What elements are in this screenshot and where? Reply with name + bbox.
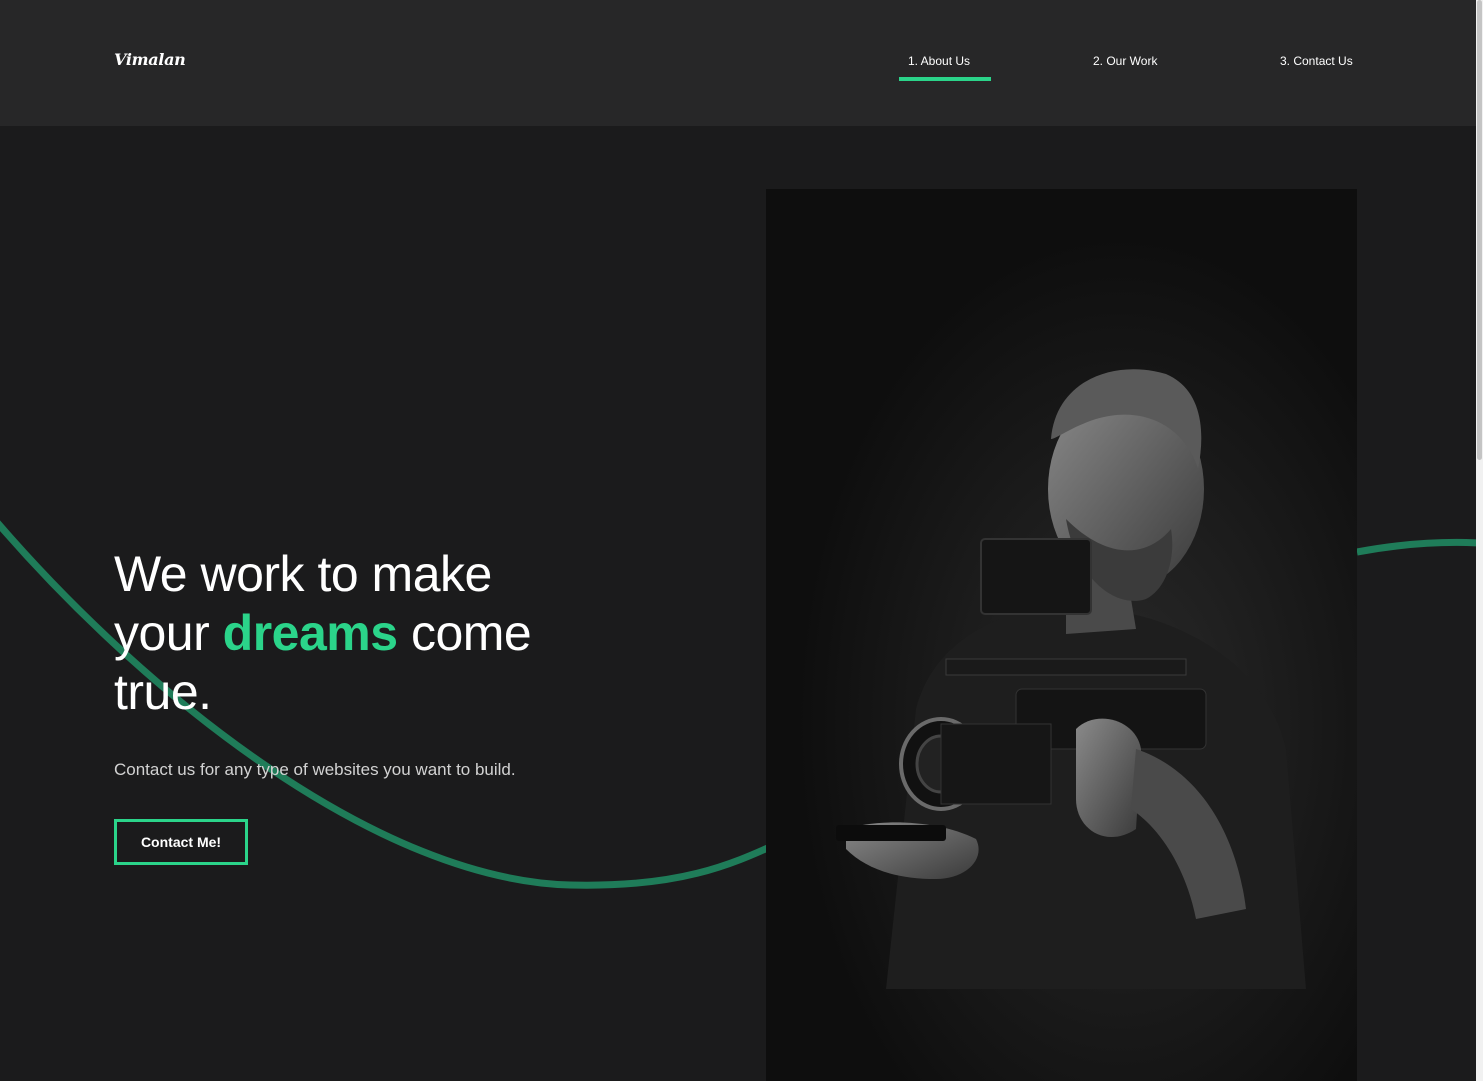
page-scrollbar[interactable] xyxy=(1476,0,1483,1081)
hero-subtitle: Contact us for any type of websites you … xyxy=(114,760,516,779)
site-header: Vimalan 1. About Us 2. Our Work 3. Conta… xyxy=(0,0,1476,126)
videographer-photo xyxy=(766,189,1357,1081)
videographer-illustration xyxy=(766,189,1357,1081)
contact-me-button[interactable]: Contact Me! xyxy=(114,819,248,865)
nav-link-contact-us[interactable]: 3. Contact Us xyxy=(1280,54,1353,68)
nav-link-about-us[interactable]: 1. About Us xyxy=(908,54,970,68)
landing-page: Vimalan 1. About Us 2. Our Work 3. Conta… xyxy=(0,0,1483,1081)
scrollbar-thumb[interactable] xyxy=(1477,0,1482,460)
hero-title-highlight: dreams xyxy=(222,605,398,661)
nav-link-our-work[interactable]: 2. Our Work xyxy=(1093,54,1157,68)
hero-title: We work to make your dreams come true. xyxy=(114,545,584,722)
brand-logo[interactable]: Vimalan xyxy=(114,50,186,69)
nav-active-indicator xyxy=(899,77,991,81)
